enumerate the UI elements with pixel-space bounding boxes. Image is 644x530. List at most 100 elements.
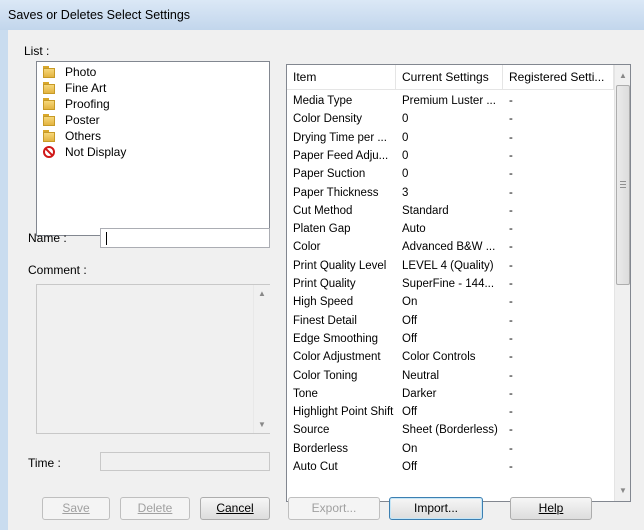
comment-label: Comment : — [28, 263, 87, 277]
folder-icon — [43, 98, 55, 110]
cell-registered-setting: - — [509, 278, 513, 290]
cell-item: Paper Feed Adju... — [293, 149, 389, 162]
table-row[interactable]: Paper Thickness 3 - — [287, 184, 614, 202]
list-item[interactable]: Photo — [43, 64, 96, 80]
cell-item: Edge Smoothing — [293, 332, 379, 345]
cell-current-setting: 0 — [402, 113, 409, 126]
table-row[interactable]: Auto Cut Off - — [287, 458, 614, 476]
cell-current-setting: Advanced B&W ... — [402, 241, 496, 254]
cell-item: Color Toning — [293, 369, 358, 382]
cell-item: Print Quality — [293, 278, 356, 290]
table-row[interactable]: Source Sheet (Borderless) - — [287, 421, 614, 439]
cell-registered-setting: - — [509, 186, 513, 199]
table-row[interactable]: Edge Smoothing Off - — [287, 330, 614, 348]
scroll-down-arrow-icon[interactable]: ▼ — [615, 482, 630, 499]
cell-registered-setting: - — [509, 204, 513, 217]
column-header-current-settings[interactable]: Current Settings — [396, 65, 503, 90]
table-row[interactable]: Color Adjustment Color Controls - — [287, 348, 614, 366]
list-label: List : — [24, 44, 50, 58]
cell-current-setting: On — [402, 296, 418, 309]
cell-current-setting: Darker — [402, 387, 437, 400]
table-row[interactable]: Color Density 0 - — [287, 110, 614, 128]
cell-current-setting: SuperFine - 144... — [402, 278, 495, 290]
table-row[interactable]: High Speed On - — [287, 293, 614, 311]
table-row[interactable]: Finest Detail Off - — [287, 312, 614, 330]
table-row[interactable]: Media Type Premium Luster ... - — [287, 92, 614, 110]
list-item[interactable]: Fine Art — [43, 80, 106, 96]
cell-item: Color Adjustment — [293, 351, 381, 364]
cell-registered-setting: - — [509, 259, 513, 272]
table-row[interactable]: Platen Gap Auto - — [287, 220, 614, 238]
column-header-registered-settings[interactable]: Registered Setti... — [503, 65, 614, 90]
cell-current-setting: Off — [402, 314, 418, 327]
cell-current-setting: Color Controls — [402, 351, 476, 364]
settings-table[interactable]: Item Current Settings Registered Setti..… — [286, 64, 631, 502]
table-row[interactable]: Print Quality Level LEVEL 4 (Quality) - — [287, 257, 614, 275]
folder-icon — [43, 130, 55, 142]
cell-registered-setting: - — [509, 314, 513, 327]
cell-registered-setting: - — [509, 406, 513, 419]
time-field — [100, 452, 270, 471]
cell-registered-setting: - — [509, 424, 513, 437]
list-item[interactable]: Others — [43, 128, 101, 144]
delete-button[interactable]: Delete — [120, 497, 190, 520]
list-item-label: Proofing — [65, 97, 110, 111]
save-button[interactable]: Save — [42, 497, 110, 520]
cell-current-setting: Standard — [402, 204, 449, 217]
table-row[interactable]: Color Toning Neutral - — [287, 367, 614, 385]
table-row[interactable]: Paper Feed Adju... 0 - — [287, 147, 614, 165]
table-row[interactable]: Cut Method Standard - — [287, 202, 614, 220]
list-item-label: Others — [65, 129, 102, 143]
comment-field[interactable]: ▲ ▼ — [36, 284, 270, 434]
list-item[interactable]: Proofing — [43, 96, 110, 112]
table-row[interactable]: Drying Time per ... 0 - — [287, 129, 614, 147]
name-label: Name : — [28, 231, 67, 245]
cell-current-setting: 0 — [402, 131, 409, 144]
comment-scrollbar[interactable]: ▲ ▼ — [253, 285, 270, 433]
import-button[interactable]: Import... — [389, 497, 483, 520]
title-bar[interactable]: Saves or Deletes Select Settings — [0, 0, 644, 31]
cell-registered-setting: - — [509, 223, 513, 236]
cell-registered-setting: - — [509, 149, 513, 162]
no-entry-icon — [43, 146, 55, 158]
cell-registered-setting: - — [509, 369, 513, 382]
scroll-up-arrow-icon[interactable]: ▲ — [615, 67, 630, 84]
scroll-up-arrow-icon[interactable]: ▲ — [254, 285, 270, 302]
list-item[interactable]: Not Display — [43, 144, 126, 160]
cell-registered-setting: - — [509, 241, 513, 254]
scroll-down-arrow-icon[interactable]: ▼ — [254, 416, 270, 433]
name-field[interactable] — [100, 228, 270, 248]
export-button[interactable]: Export... — [288, 497, 380, 520]
settings-listbox[interactable]: Photo Fine Art Proofing Poster Others Not Dis… — [36, 61, 270, 236]
cell-registered-setting: - — [509, 113, 513, 126]
window-frame — [0, 30, 8, 530]
cell-item: Color Density — [293, 113, 363, 126]
table-row[interactable]: Paper Suction 0 - — [287, 165, 614, 183]
table-row[interactable]: Tone Darker - — [287, 385, 614, 403]
cell-registered-setting: - — [509, 461, 513, 473]
cell-current-setting: 3 — [402, 186, 409, 199]
table-row[interactable]: Color Advanced B&W ... - — [287, 238, 614, 256]
cell-item: Highlight Point Shift — [293, 406, 394, 419]
cell-current-setting: Off — [402, 461, 418, 473]
folder-icon — [43, 82, 55, 94]
scrollbar-thumb[interactable] — [616, 85, 630, 285]
table-scrollbar[interactable]: ▲ ▼ — [614, 65, 630, 501]
table-row[interactable]: Print Quality SuperFine - 144... - — [287, 275, 614, 293]
list-item-label: Not Display — [65, 145, 127, 159]
cell-current-setting: Premium Luster ... — [402, 95, 496, 107]
folder-icon — [43, 114, 55, 126]
cell-current-setting: Sheet (Borderless) — [402, 424, 498, 437]
cancel-button[interactable]: Cancel — [200, 497, 270, 520]
column-header-item[interactable]: Item — [287, 65, 396, 90]
cell-item: Cut Method — [293, 204, 353, 217]
list-item[interactable]: Poster — [43, 112, 100, 128]
cell-current-setting: 0 — [402, 168, 409, 181]
table-row[interactable]: Highlight Point Shift Off - — [287, 403, 614, 421]
cell-item: Source — [293, 424, 330, 437]
cell-registered-setting: - — [509, 387, 513, 400]
help-button[interactable]: Help — [510, 497, 592, 520]
cell-registered-setting: - — [509, 351, 513, 364]
table-row[interactable]: Borderless On - — [287, 440, 614, 458]
cell-registered-setting: - — [509, 95, 513, 107]
